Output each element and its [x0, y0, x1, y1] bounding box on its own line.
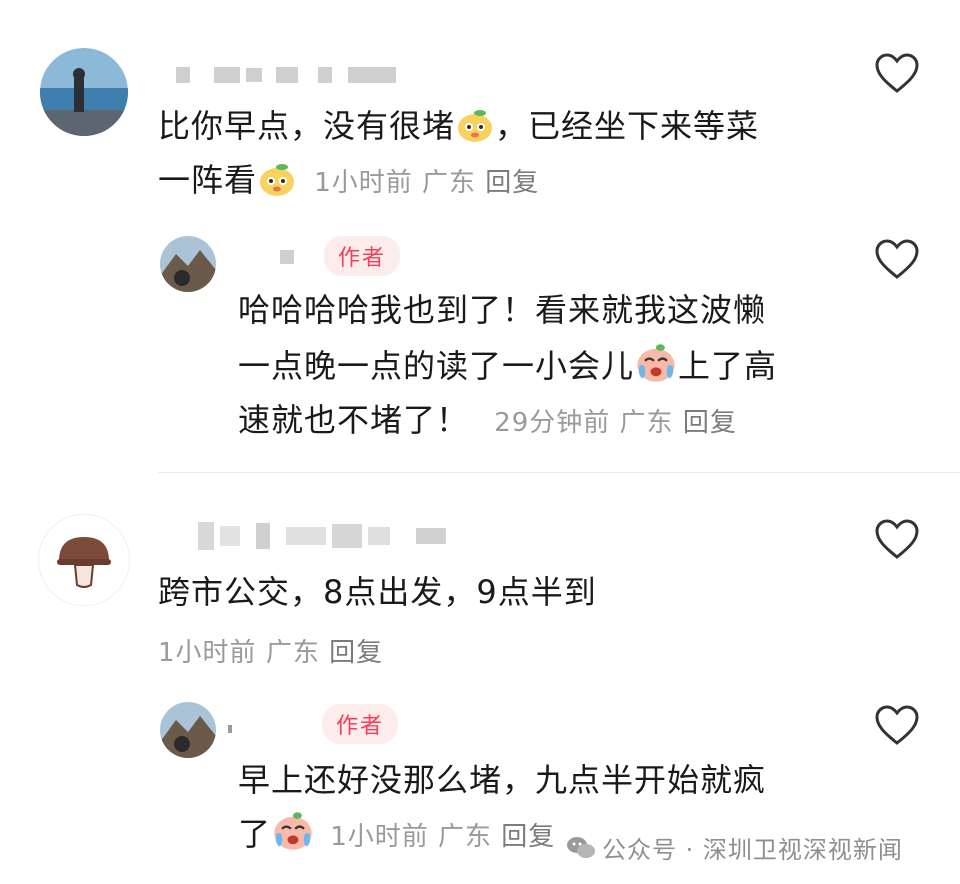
comment-region: 广东 — [422, 168, 477, 198]
yellow-pear-emoji — [458, 110, 493, 142]
comment-divider — [158, 472, 960, 473]
comment-time: 1小时前 — [330, 822, 429, 852]
reply-button[interactable]: 回复 — [329, 638, 383, 668]
heart-icon — [875, 239, 919, 279]
crying-face-emoji — [274, 812, 312, 850]
yellow-pear-emoji — [260, 164, 295, 196]
comment-text: 跨市公交，8点出发，9点半到 — [158, 573, 597, 611]
comment-time: 1小时前 — [314, 168, 413, 198]
comment-region: 广东 — [619, 408, 674, 438]
comment-text: 比你早点，没有很堵 ，已经坐下来等菜 — [158, 107, 760, 145]
author-username-blurred[interactable] — [228, 718, 238, 737]
reply-button[interactable]: 回复 — [501, 822, 555, 852]
author-avatar[interactable] — [160, 702, 216, 758]
reply-text-line1: 早上还好没那么堵，九点半开始就疯 — [238, 761, 767, 799]
reply-button[interactable]: 回复 — [683, 408, 737, 438]
comment-text-line2: 一阵看 1小时前 广东 回复 — [158, 161, 540, 199]
reply-text-line3: 速就也不堵了！ 29分钟前 广东 回复 — [238, 401, 737, 439]
mountain-photo-avatar — [160, 236, 216, 292]
heart-icon — [875, 53, 919, 93]
reply-button[interactable]: 回复 — [485, 168, 539, 198]
like-button[interactable] — [874, 238, 920, 284]
username-blurred[interactable] — [176, 64, 402, 84]
user-avatar[interactable] — [40, 48, 128, 136]
author-badge: 作者 — [324, 236, 401, 276]
seaside-photo-avatar — [40, 48, 128, 136]
crying-face-emoji — [637, 344, 675, 382]
user-avatar[interactable] — [38, 514, 130, 606]
heart-icon — [875, 519, 919, 559]
comment-time: 29分钟前 — [494, 408, 611, 438]
username-blurred[interactable] — [198, 522, 452, 550]
author-username-blurred[interactable] — [280, 246, 300, 265]
wechat-icon — [567, 836, 595, 858]
comment-meta: 1小时前 广东 回复 — [158, 632, 383, 669]
author-avatar[interactable] — [160, 236, 216, 292]
comment-region: 广东 — [438, 822, 493, 852]
reply-text-line1: 哈哈哈哈我也到了！看来就我这波懒 — [238, 291, 767, 329]
mushroom-icon — [57, 537, 111, 588]
reply-text-line2: 一点晚一点的读了一小会儿 上了高 — [238, 338, 858, 394]
watermark-text: 公众号 · 深圳卫视深视新闻 — [602, 836, 903, 864]
like-button[interactable] — [874, 704, 920, 750]
like-button[interactable] — [874, 518, 920, 564]
wechat-watermark: 公众号 · 深圳卫视深视新闻 — [566, 830, 903, 865]
comment-region: 广东 — [265, 638, 320, 668]
heart-icon — [875, 705, 919, 745]
author-badge: 作者 — [322, 704, 399, 744]
like-button[interactable] — [874, 52, 920, 98]
mountain-photo-avatar — [160, 702, 216, 758]
comment-time: 1小时前 — [158, 638, 257, 668]
